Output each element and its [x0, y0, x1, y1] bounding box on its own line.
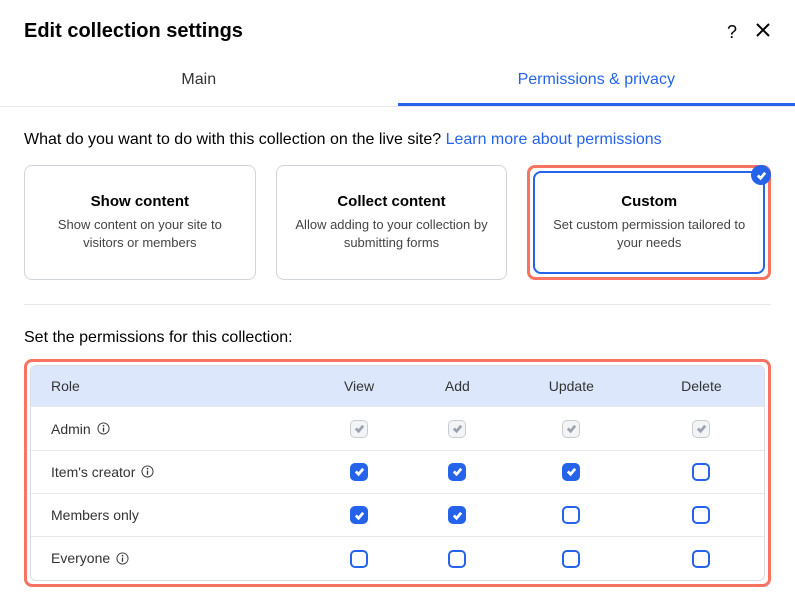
checkbox-item-s-creator-view[interactable]	[350, 463, 368, 481]
option-desc: Allow adding to your collection by submi…	[293, 216, 491, 252]
help-icon[interactable]: ?	[727, 23, 737, 41]
checkbox-members-only-add[interactable]	[448, 506, 466, 524]
col-header-delete: Delete	[639, 366, 764, 406]
role-name: Everyone	[51, 550, 110, 566]
option-card-show-content[interactable]: Show content Show content on your site to…	[24, 165, 256, 280]
option-card-wrapper: Show content Show content on your site to…	[24, 165, 256, 280]
role-cell: Everyone	[31, 536, 307, 579]
perm-cell	[639, 536, 764, 579]
role-name: Item's creator	[51, 464, 135, 480]
table-row: Admin	[31, 406, 764, 449]
info-icon[interactable]	[116, 552, 129, 565]
option-card-collect-content[interactable]: Collect content Allow adding to your coll…	[276, 165, 508, 280]
perm-cell	[411, 450, 504, 493]
checkbox-members-only-view[interactable]	[350, 506, 368, 524]
perm-cell	[504, 406, 639, 449]
perm-cell	[411, 536, 504, 579]
divider	[24, 304, 771, 305]
option-card-wrapper: Custom Set custom permission tailored to …	[527, 165, 771, 280]
col-header-view: View	[307, 366, 411, 406]
perm-cell	[411, 493, 504, 536]
role-cell: Admin	[31, 406, 307, 449]
checkbox-item-s-creator-update[interactable]	[562, 463, 580, 481]
option-desc: Set custom permission tailored to your n…	[551, 216, 747, 252]
perm-cell	[307, 493, 411, 536]
checkbox-everyone-view[interactable]	[350, 550, 368, 568]
tab-permissions[interactable]: Permissions & privacy	[398, 57, 795, 106]
col-header-add: Add	[411, 366, 504, 406]
option-title: Custom	[551, 193, 747, 210]
option-title: Show content	[41, 193, 239, 210]
tab-main[interactable]: Main	[0, 57, 398, 106]
checkbox-item-s-creator-delete[interactable]	[692, 463, 710, 481]
checkbox-members-only-update[interactable]	[562, 506, 580, 524]
prompt-text: What do you want to do with this collect…	[24, 131, 771, 149]
info-icon[interactable]	[141, 465, 154, 478]
checkbox-everyone-update[interactable]	[562, 550, 580, 568]
close-icon[interactable]	[755, 22, 771, 41]
perm-cell	[307, 450, 411, 493]
perm-cell	[504, 536, 639, 579]
perm-cell	[639, 493, 764, 536]
perm-cell	[504, 450, 639, 493]
info-icon[interactable]	[97, 422, 110, 435]
perm-cell	[504, 493, 639, 536]
perm-cell	[411, 406, 504, 449]
role-cell: Item's creator	[31, 450, 307, 493]
perm-cell	[639, 450, 764, 493]
perm-cell	[639, 406, 764, 449]
role-cell: Members only	[31, 493, 307, 536]
perm-cell	[307, 406, 411, 449]
checkbox-admin-view	[350, 420, 368, 438]
option-card-custom[interactable]: Custom Set custom permission tailored to …	[533, 171, 765, 274]
tabs: Main Permissions & privacy	[0, 57, 795, 107]
role-name: Members only	[51, 507, 139, 523]
perm-cell	[307, 536, 411, 579]
col-header-update: Update	[504, 366, 639, 406]
checkbox-admin-delete	[692, 420, 710, 438]
permissions-table-highlight: RoleViewAddUpdateDelete Admin Item's crea…	[24, 359, 771, 586]
learn-more-link[interactable]: Learn more about permissions	[446, 131, 662, 148]
checkbox-admin-update	[562, 420, 580, 438]
checkbox-everyone-add[interactable]	[448, 550, 466, 568]
page-title: Edit collection settings	[24, 20, 243, 43]
checkbox-admin-add	[448, 420, 466, 438]
checkbox-item-s-creator-add[interactable]	[448, 463, 466, 481]
checkbox-members-only-delete[interactable]	[692, 506, 710, 524]
role-name: Admin	[51, 421, 91, 437]
prompt-question: What do you want to do with this collect…	[24, 131, 446, 148]
option-title: Collect content	[293, 193, 491, 210]
col-header-role: Role	[31, 366, 307, 406]
table-row: Members only	[31, 493, 764, 536]
option-desc: Show content on your site to visitors or…	[41, 216, 239, 252]
permissions-label: Set the permissions for this collection:	[24, 329, 771, 347]
table-row: Item's creator	[31, 450, 764, 493]
option-card-wrapper: Collect content Allow adding to your coll…	[276, 165, 508, 280]
selected-badge-icon	[751, 165, 771, 185]
permissions-table: RoleViewAddUpdateDelete Admin Item's crea…	[30, 365, 765, 580]
table-row: Everyone	[31, 536, 764, 579]
checkbox-everyone-delete[interactable]	[692, 550, 710, 568]
